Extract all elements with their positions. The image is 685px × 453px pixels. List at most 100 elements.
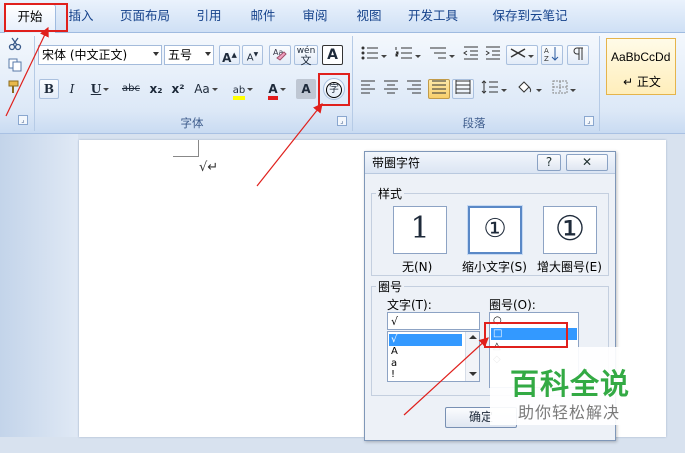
character-border-label: A: [327, 47, 338, 63]
svg-text:Z: Z: [544, 55, 549, 62]
font-color-button[interactable]: A: [262, 79, 292, 100]
tab-save-to-cloud-notes[interactable]: 保存到云笔记: [480, 4, 580, 30]
copy-icon[interactable]: [8, 58, 22, 75]
document-margin: [0, 134, 78, 437]
text-list-item[interactable]: !: [389, 369, 395, 381]
character-shading-label: A: [301, 82, 311, 96]
subscript-button[interactable]: x₂: [146, 79, 166, 99]
close-icon: ✕: [581, 155, 593, 169]
style-name: ↵ 正文: [623, 75, 661, 89]
watermark: 百科全说 助你轻松解决: [490, 347, 662, 425]
text-field-label: 文字(T):: [387, 298, 432, 312]
character-shading-button[interactable]: A: [296, 79, 316, 99]
superscript-label: x²: [171, 82, 185, 96]
style-enlarge-circle-option[interactable]: ①: [543, 206, 597, 254]
text-list-scrollbar[interactable]: [465, 332, 479, 381]
text-list[interactable]: √ A a !: [387, 331, 480, 382]
multilevel-list-button[interactable]: [426, 45, 458, 65]
cut-icon[interactable]: [8, 37, 22, 54]
distributed-button[interactable]: [452, 79, 474, 99]
style-enlarge-circle-label: 增大圈号(E): [537, 260, 602, 274]
style-normal[interactable]: AaBbCcDd ↵ 正文: [606, 38, 676, 95]
scroll-up-icon[interactable]: [469, 335, 477, 339]
justify-icon: [432, 80, 446, 94]
align-center-button[interactable]: [381, 79, 401, 99]
text-input[interactable]: √: [387, 312, 480, 330]
clipboard-dialog-launcher[interactable]: ⌟: [18, 115, 28, 125]
document-text[interactable]: √↵: [199, 160, 218, 175]
text-list-item[interactable]: A: [389, 346, 398, 358]
underline-button[interactable]: U: [85, 79, 115, 99]
numbering-button[interactable]: [392, 45, 424, 65]
tab-page-layout[interactable]: 页面布局: [112, 4, 178, 30]
show-formatting-marks-button[interactable]: [567, 45, 589, 65]
strikethrough-label: abc: [122, 83, 140, 94]
format-painter-icon[interactable]: [7, 79, 23, 98]
text-input-value: √: [391, 315, 399, 328]
style-none-option[interactable]: 1: [393, 206, 447, 254]
paint-bucket-icon: [518, 81, 532, 93]
tab-developer[interactable]: 开发工具: [400, 4, 466, 30]
close-button[interactable]: ✕: [566, 154, 608, 171]
tab-references[interactable]: 引用: [186, 4, 232, 30]
chinese-layout-icon: [510, 48, 526, 58]
watermark-subtitle: 助你轻松解决: [518, 403, 621, 422]
phonetic-guide-button[interactable]: wén 文: [294, 45, 318, 67]
decrease-indent-button[interactable]: [461, 45, 481, 65]
paragraph-group-label: 段落: [462, 116, 486, 130]
tab-review[interactable]: 审阅: [292, 4, 338, 30]
chinese-layout-button[interactable]: [506, 45, 538, 65]
shrink-font-button[interactable]: A▼: [242, 45, 263, 65]
shrink-font-label: A: [246, 52, 254, 64]
sort-icon: AZ: [544, 47, 559, 63]
bold-button[interactable]: B: [39, 79, 59, 99]
watermark-title: 百科全说: [510, 367, 631, 401]
text-list-item[interactable]: √: [389, 334, 462, 346]
borders-icon: [552, 80, 568, 94]
tab-mailings[interactable]: 邮件: [240, 4, 286, 30]
phonetic-guide-char: 文: [300, 54, 312, 67]
sort-button[interactable]: AZ: [541, 45, 563, 65]
style-shrink-text-option[interactable]: ①: [468, 206, 522, 254]
align-center-icon: [384, 80, 398, 94]
bullets-icon: [361, 46, 378, 60]
grow-font-button[interactable]: A▲: [219, 45, 240, 65]
change-case-label: Aa: [194, 82, 210, 96]
distributed-icon: [455, 80, 471, 94]
increase-indent-icon: [485, 46, 500, 60]
style-none-label: 无(N): [402, 260, 433, 274]
borders-button[interactable]: [548, 79, 580, 99]
help-button[interactable]: ?: [537, 154, 561, 171]
change-case-button[interactable]: Aa: [191, 79, 221, 99]
align-right-icon: [407, 80, 421, 94]
font-size-dropdown[interactable]: 五号: [164, 45, 214, 65]
font-dialog-launcher[interactable]: ⌟: [337, 116, 347, 126]
align-right-button[interactable]: [404, 79, 424, 99]
enclosure-field-label: 圈号(O):: [489, 298, 536, 312]
tab-view[interactable]: 视图: [346, 4, 392, 30]
style-none-glyph: 1: [410, 211, 430, 246]
paragraph-dialog-launcher[interactable]: ⌟: [584, 116, 594, 126]
highlight-box-enclose-button: [318, 73, 350, 106]
shading-button[interactable]: [513, 79, 545, 99]
enclosure-legend: 圈号: [376, 278, 405, 295]
superscript-button[interactable]: x²: [168, 79, 188, 99]
font-name-dropdown[interactable]: 宋体 (中文正文): [38, 45, 162, 65]
line-spacing-icon: [481, 80, 498, 94]
justify-button[interactable]: [428, 79, 450, 99]
highlight-button[interactable]: ab: [226, 79, 260, 100]
line-spacing-button[interactable]: [478, 79, 510, 99]
svg-text:A: A: [544, 47, 549, 55]
strikethrough-button[interactable]: abc: [118, 79, 144, 99]
style-enlarge-glyph: ①: [554, 209, 586, 249]
scroll-down-icon[interactable]: [469, 372, 477, 376]
clear-formatting-button[interactable]: Aa: [269, 45, 291, 65]
align-left-button[interactable]: [358, 79, 378, 99]
style-legend: 样式: [376, 185, 405, 202]
bullets-button[interactable]: [358, 45, 390, 65]
increase-indent-button[interactable]: [483, 45, 503, 65]
character-border-button[interactable]: A: [322, 45, 343, 65]
italic-button[interactable]: I: [62, 79, 82, 99]
margin-corner-mark: [173, 140, 199, 157]
style-shrink-glyph: ①: [483, 214, 507, 244]
